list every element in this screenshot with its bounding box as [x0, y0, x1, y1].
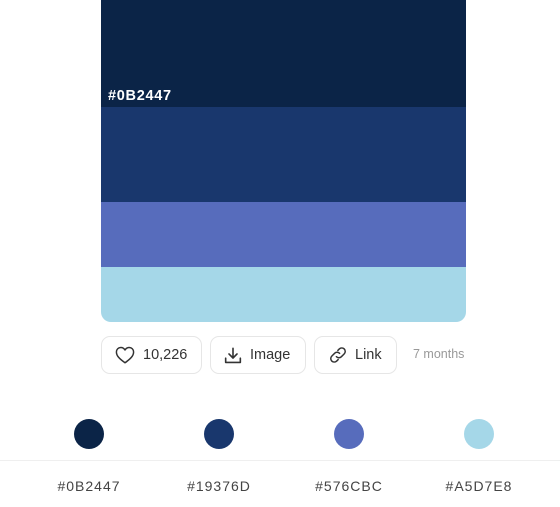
color-hex[interactable]: #A5D7E8: [414, 478, 544, 494]
download-icon: [224, 347, 242, 364]
swatch-hex-label: #0B2447: [108, 88, 172, 104]
palette-page: #0B2447 10,226 Image Link 7 months #0B24…: [0, 0, 560, 507]
color-swatch[interactable]: [101, 107, 466, 202]
color-chip[interactable]: #0B2447: [24, 419, 154, 507]
color-hex[interactable]: #576CBC: [284, 478, 414, 494]
palette-card[interactable]: #0B2447: [101, 0, 466, 322]
color-dot[interactable]: [74, 419, 104, 449]
like-button[interactable]: 10,226: [101, 336, 202, 374]
color-chip[interactable]: #A5D7E8: [414, 419, 544, 507]
color-swatch[interactable]: #0B2447: [101, 0, 466, 107]
color-dot[interactable]: [464, 419, 494, 449]
color-hex[interactable]: #19376D: [154, 478, 284, 494]
posted-time: 7 months: [413, 347, 465, 361]
color-swatch[interactable]: [101, 267, 466, 322]
link-button-label: Link: [355, 347, 382, 363]
color-chip[interactable]: #19376D: [154, 419, 284, 507]
copy-link-button[interactable]: Link: [314, 336, 397, 374]
download-image-button[interactable]: Image: [210, 336, 306, 374]
heart-icon: [115, 346, 135, 364]
color-chip[interactable]: #576CBC: [284, 419, 414, 507]
color-swatch[interactable]: [101, 202, 466, 267]
like-count: 10,226: [143, 347, 188, 363]
color-hex[interactable]: #0B2447: [24, 478, 154, 494]
color-chips: #0B2447 #19376D #576CBC #A5D7E8: [0, 419, 560, 507]
color-dot[interactable]: [204, 419, 234, 449]
link-icon: [328, 346, 348, 364]
color-dot[interactable]: [334, 419, 364, 449]
image-button-label: Image: [250, 347, 291, 363]
